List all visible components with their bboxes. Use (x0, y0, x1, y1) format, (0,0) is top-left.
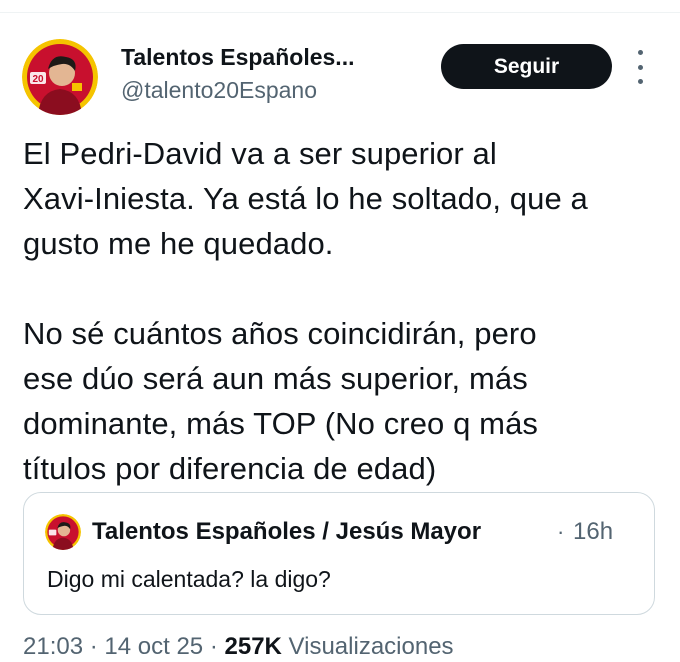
tweet-line: gusto me he quedado. (23, 226, 334, 261)
quoted-separator: · (557, 519, 565, 544)
avatar-badge-text: 20 (32, 74, 44, 85)
more-vertical-icon[interactable] (630, 50, 650, 84)
tweet-meta: 21:03 · 14 oct 25 · 257K Visualizaciones (23, 632, 454, 662)
quoted-author-avatar (45, 514, 81, 550)
tweet-line: dominante, más TOP (No creo q más (23, 406, 539, 441)
follow-button[interactable]: Seguir (441, 44, 612, 89)
tweet-line: Xavi-Iniesta. Ya está lo he soltado, que… (23, 181, 588, 216)
tweet-line: ese dúo será aun más superior, más (23, 361, 528, 396)
author-display-name[interactable]: Talentos Españoles... (121, 42, 354, 72)
author-avatar[interactable]: 20 (22, 39, 98, 115)
tweet-text: El Pedri-David va a ser superior al Xavi… (23, 131, 663, 491)
author-handle[interactable]: @talento20Espano (121, 75, 317, 105)
tweet-line: títulos por diferencia de edad) (23, 451, 437, 486)
quoted-author-name: Talentos Españoles / Jesús Mayor (92, 518, 482, 545)
top-divider (0, 12, 680, 13)
quoted-tweet-card[interactable]: Talentos Españoles / Jesús Mayor · 16h D… (23, 492, 655, 615)
quoted-text: Digo mi calentada? la digo? (47, 566, 331, 592)
tweet-line: El Pedri-David va a ser superior al (23, 136, 497, 171)
quoted-time[interactable]: 16h (573, 517, 613, 547)
tweet-line: No sé cuántos años coincidirán, pero (23, 316, 537, 351)
